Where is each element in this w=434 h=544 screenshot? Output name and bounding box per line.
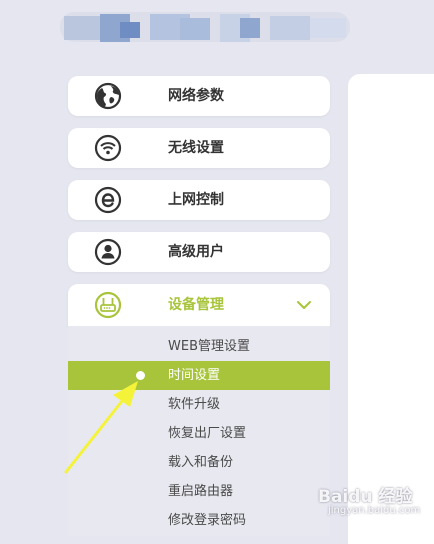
menu-item-label: 无线设置	[168, 140, 224, 156]
active-bullet-icon	[136, 371, 145, 380]
blurred-header-banner	[60, 8, 350, 46]
watermark-main-text: Baidu 经验	[318, 487, 413, 507]
submenu-item-time-settings[interactable]: 时间设置	[68, 361, 330, 390]
baidu-watermark: Baidu 经验 jingyan.baidu.com	[318, 478, 434, 528]
menu-item-label: 网络参数	[168, 88, 224, 104]
browser-e-icon	[94, 186, 122, 214]
device-management-submenu: WEB管理设置 时间设置 软件升级 恢复出厂设置 载入和备份 重启路由器 修改登…	[68, 326, 330, 536]
submenu-item-label: 载入和备份	[168, 455, 234, 470]
menu-item-internet-control[interactable]: 上网控制	[68, 180, 330, 220]
submenu-item-load-backup[interactable]: 载入和备份	[68, 448, 330, 477]
menu-item-wireless[interactable]: 无线设置	[68, 128, 330, 168]
watermark-sub-text: jingyan.baidu.com	[328, 505, 421, 516]
submenu-item-reboot-router[interactable]: 重启路由器	[68, 477, 330, 506]
submenu-item-change-password[interactable]: 修改登录密码	[68, 506, 330, 535]
submenu-item-firmware-upgrade[interactable]: 软件升级	[68, 390, 330, 419]
menu-item-label: 上网控制	[168, 192, 224, 208]
submenu-item-label: 软件升级	[168, 397, 221, 412]
submenu-item-label: 恢复出厂设置	[168, 426, 247, 441]
menu-item-device-management[interactable]: 设备管理	[68, 284, 330, 326]
globe-icon	[94, 82, 122, 110]
menu-item-advanced-user[interactable]: 高级用户	[68, 232, 330, 272]
submenu-item-factory-reset[interactable]: 恢复出厂设置	[68, 419, 330, 448]
submenu-item-web-management[interactable]: WEB管理设置	[68, 332, 330, 361]
menu-item-network-params[interactable]: 网络参数	[68, 76, 330, 116]
chevron-down-icon[interactable]	[296, 297, 312, 311]
router-icon	[94, 291, 122, 319]
content-panel	[348, 74, 434, 544]
submenu-item-label: WEB管理设置	[168, 339, 250, 354]
submenu-item-label: 重启路由器	[168, 484, 234, 499]
submenu-item-label: 修改登录密码	[168, 513, 247, 528]
submenu-item-label: 时间设置	[168, 368, 221, 383]
user-icon	[94, 238, 122, 266]
menu-item-label: 高级用户	[168, 244, 224, 260]
menu-item-label: 设备管理	[168, 297, 224, 313]
wifi-icon	[94, 134, 122, 162]
